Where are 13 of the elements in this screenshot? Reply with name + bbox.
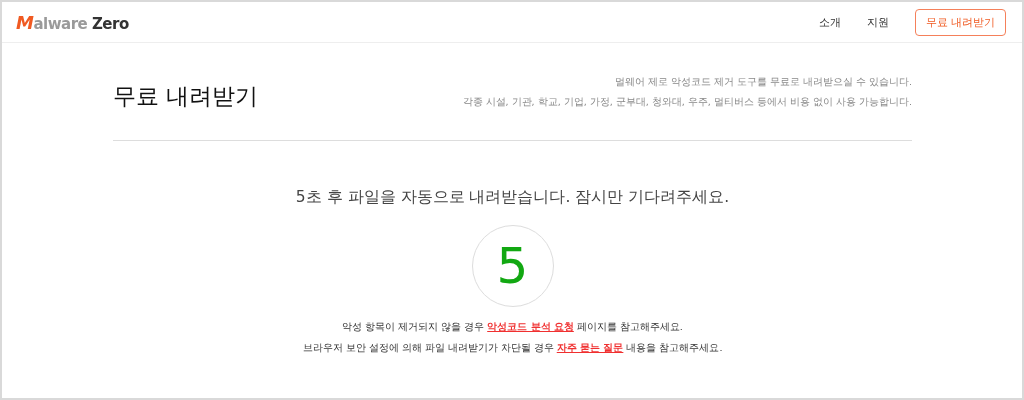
- nav-link[interactable]: 지원: [866, 14, 889, 30]
- notice-text: 악성 항목이 제거되지 않을 경우 악성코드 분석 요청 페이지를 참고해주세요.: [342, 321, 683, 334]
- nav-link[interactable]: 소개: [818, 14, 841, 30]
- help-link[interactable]: 자주 묻는 질문: [556, 342, 624, 353]
- page-title: 무료 내려받기: [113, 82, 259, 111]
- description-text: 각종 시설, 기관, 학교, 기업, 가정, 군부대, 청와대, 우주, 멀티버스 등에서 비용 없이 사용 가능합니다.: [462, 96, 912, 109]
- help-link[interactable]: 악성코드 분석 요청: [487, 321, 574, 332]
- description-text: 멀웨어 제로 악성코드 제거 도구를 무료로 내려받으실 수 있습니다.: [613, 76, 912, 89]
- countdown-message: 5초 후 파일을 자동으로 내려받습니다. 잠시만 기다려주세요.: [295, 187, 730, 208]
- download-button[interactable]: 무료 내려받기: [914, 8, 1006, 36]
- logo[interactable]: Malware Zero: [16, 11, 129, 33]
- notice-text: 브라우저 보안 설정에 의해 파일 내려받기가 차단될 경우 자주 묻는 질문 내용을 참고해주세요.: [302, 342, 723, 355]
- countdown-number: 5: [496, 241, 529, 291]
